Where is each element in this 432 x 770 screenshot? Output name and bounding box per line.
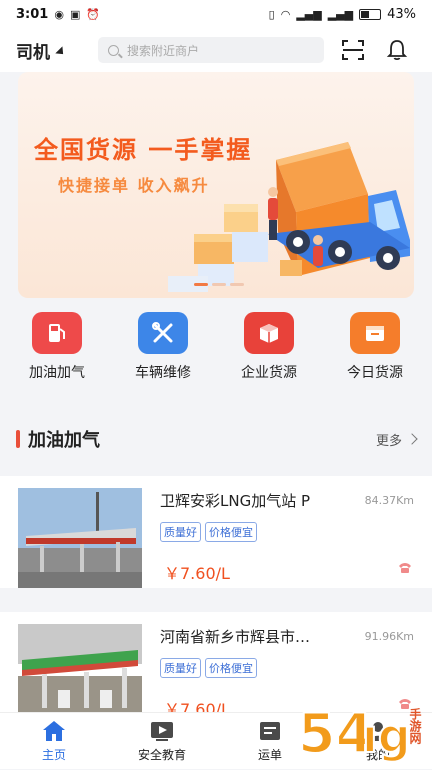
video-play-icon [151, 721, 173, 741]
status-bar: 3:01 ◉ ▣ ⏰ ▯ ◠ ▂▄▆ ▂▄▆ 43% [0, 0, 432, 28]
role-selector[interactable]: 司机 [16, 38, 98, 63]
role-label: 司机 [16, 42, 50, 63]
box-icon [244, 312, 294, 354]
banner-pagination [194, 283, 244, 286]
tab-home[interactable]: 主页 [6, 720, 102, 763]
station-tags: 质量好 价格便宜 [160, 522, 257, 542]
pagination-dot [194, 283, 208, 286]
quick-link-label: 车辆维修 [135, 365, 191, 381]
tab-safety-education[interactable]: 安全教育 [114, 720, 210, 763]
station-card[interactable]: 卫辉安彩LNG加气站 P 84.37Km 质量好 价格便宜 ￥7.60/L [0, 476, 432, 588]
fuel-pump-icon [32, 312, 82, 354]
tab-label: 主页 [41, 747, 66, 762]
chevron-right-icon [406, 433, 418, 445]
phone-icon[interactable] [398, 562, 412, 574]
nfc-icon: ▣ [69, 7, 81, 21]
pagination-dot [230, 283, 244, 286]
quick-link-repair[interactable]: 车辆维修 [115, 312, 211, 398]
station-tags: 质量好 价格便宜 [160, 658, 257, 678]
station-name: 卫辉安彩LNG加气站 P [160, 492, 311, 510]
quick-link-today-cargo[interactable]: 今日货源 [327, 312, 423, 398]
vibrate-icon: ▯ [268, 7, 275, 21]
signal-2-icon: ▂▄▆ [327, 7, 354, 21]
section-header: 加油加气 更多 [0, 414, 432, 464]
quick-link-enterprise-cargo[interactable]: 企业货源 [221, 312, 317, 398]
battery-percent: 43% [387, 6, 416, 22]
station-distance: 84.37Km [364, 494, 414, 507]
tab-label: 安全教育 [137, 747, 186, 762]
more-label: 更多 [375, 433, 402, 449]
tag: 价格便宜 [205, 658, 257, 678]
section-accent-bar [16, 430, 20, 448]
quick-link-label: 今日货源 [347, 365, 403, 381]
wrench-screwdriver-icon [138, 312, 188, 354]
status-time: 3:01 [16, 6, 49, 22]
battery-icon [359, 8, 382, 20]
signal-icon: ▂▄▆ [296, 7, 322, 21]
svg-text:ıg: ıg [362, 709, 411, 763]
watermark-logo: 54 ıg 手游网 [296, 696, 428, 766]
watermark-text: 手游网 [408, 708, 422, 744]
tag: 质量好 [160, 658, 201, 678]
quick-link-fuel[interactable]: 加油加气 [9, 312, 105, 398]
search-placeholder: 搜索附近商户 [127, 43, 200, 58]
truck-illustration [168, 142, 410, 292]
station-photo [18, 488, 142, 588]
alarm-icon: ⏰ [86, 7, 101, 21]
search-icon [108, 44, 119, 56]
waybill-icon [260, 721, 280, 740]
search-input[interactable]: 搜索附近商户 [98, 37, 324, 63]
station-name: 河南省新乡市辉县市… [160, 628, 311, 646]
home-icon [43, 720, 65, 741]
top-bar: 司机 搜索附近商户 [0, 28, 432, 72]
quick-link-label: 加油加气 [29, 365, 85, 381]
pagination-dot [212, 283, 226, 286]
eye-icon: ◉ [54, 7, 64, 21]
cargo-box-icon [350, 312, 400, 354]
quick-links: 加油加气 车辆维修 企业货源 今日货源 [0, 312, 432, 398]
promo-banner[interactable]: 全国货源 一手掌握 快捷接单 收入飙升 [18, 72, 414, 298]
bell-icon[interactable] [386, 39, 408, 61]
quick-link-label: 企业货源 [241, 365, 297, 381]
tab-label: 运单 [257, 747, 282, 762]
station-distance: 91.96Km [364, 630, 414, 643]
tag: 质量好 [160, 522, 201, 542]
station-price: ￥7.60/L [164, 564, 230, 583]
section-title: 加油加气 [16, 426, 100, 452]
wifi-icon: ◠ [280, 7, 291, 21]
caret-down-icon [55, 46, 67, 58]
section-title-text: 加油加气 [28, 430, 100, 451]
scan-icon[interactable] [342, 40, 364, 60]
station-photo [18, 624, 142, 724]
more-link[interactable]: 更多 [375, 430, 418, 449]
tag: 价格便宜 [205, 522, 257, 542]
